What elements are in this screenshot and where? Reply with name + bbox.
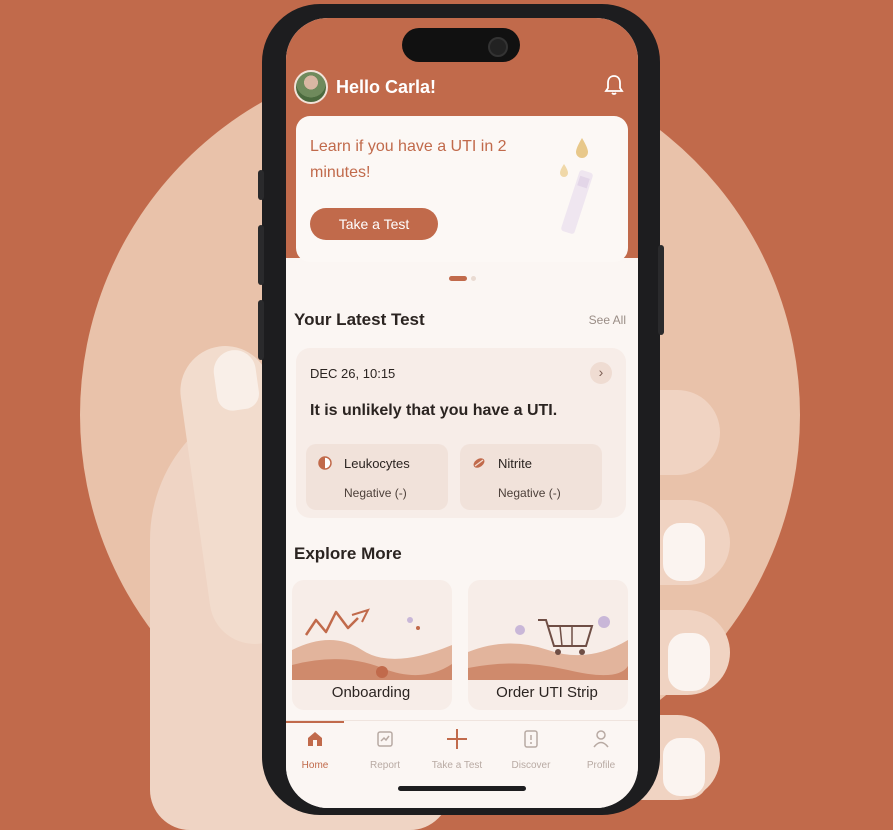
shopping-cart-illustration [468,616,628,680]
finger-nail [660,520,708,584]
explore-card-label: Onboarding [331,684,411,701]
tab-label: Home [301,760,329,771]
nitrite-icon [473,458,485,468]
latest-test-card[interactable]: DEC 26, 10:15 › It is unlikely that you … [296,348,626,518]
bell-icon[interactable] [604,74,624,96]
discover-icon [524,730,538,748]
test-strip-illustration [560,138,593,234]
chevron-right-icon[interactable]: › [590,362,612,384]
marker-name: Leukocytes [344,456,410,471]
camera [488,37,508,57]
explore-card-label: Order UTI Strip [496,684,598,701]
onboarding-illustration [292,608,452,680]
marker-name: Nitrite [498,456,532,471]
app-screen: Hello Carla! Learn if you have a UTI in … [286,18,638,808]
tab-bar: Home Report Take a Test Discover Profile [286,720,638,808]
test-result: It is unlikely that you have a UTI. [310,402,558,419]
greeting-text: Hello Carla! [336,76,437,97]
tab-label: Profile [586,760,616,771]
carousel-dots [286,276,638,281]
phone-side-button [258,225,264,285]
tab-home[interactable]: Home [286,729,350,771]
tab-discover[interactable]: Discover [496,729,566,771]
marker-nitrite: Nitrite Negative (-) [460,444,602,510]
profile-icon [593,730,609,748]
report-icon [377,731,393,747]
tab-report[interactable]: Report [350,729,420,771]
finger-nail [660,735,708,799]
carousel-dot[interactable] [470,276,476,281]
tab-label: Report [369,760,400,771]
tab-profile[interactable]: Profile [566,729,636,771]
marker-leukocytes: Leukocytes Negative (-) [306,444,448,510]
explore-title: Explore More [294,544,402,563]
dynamic-island [402,28,520,62]
phone-side-button [658,245,664,335]
plus-icon [447,729,467,749]
greeting: Hello Carla! [294,70,436,104]
marker-value: Negative (-) [344,486,407,500]
home-icon [308,732,322,746]
phone-side-button [258,300,264,360]
home-indicator [398,786,526,791]
tab-indicator [286,721,344,723]
see-all-link[interactable]: See All [589,313,626,327]
tab-take-a-test[interactable]: Take a Test [422,729,492,771]
leukocyte-icon [318,456,332,470]
finger-nail [665,630,713,694]
latest-test-title: Your Latest Test [294,310,425,329]
carousel-dot[interactable] [448,276,467,281]
tab-label: Take a Test [431,760,483,771]
promo-text: Learn if you have a UTI in 2 minutes! [310,138,507,181]
take-test-button[interactable]: Take a Test [310,208,438,240]
phone-side-button [258,170,264,200]
test-date: DEC 26, 10:15 [310,366,396,381]
avatar[interactable] [294,70,328,104]
promo-card: Learn if you have a UTI in 2 minutes! Ta… [296,116,628,262]
marker-value: Negative (-) [498,486,561,500]
tab-label: Discover [511,760,551,771]
